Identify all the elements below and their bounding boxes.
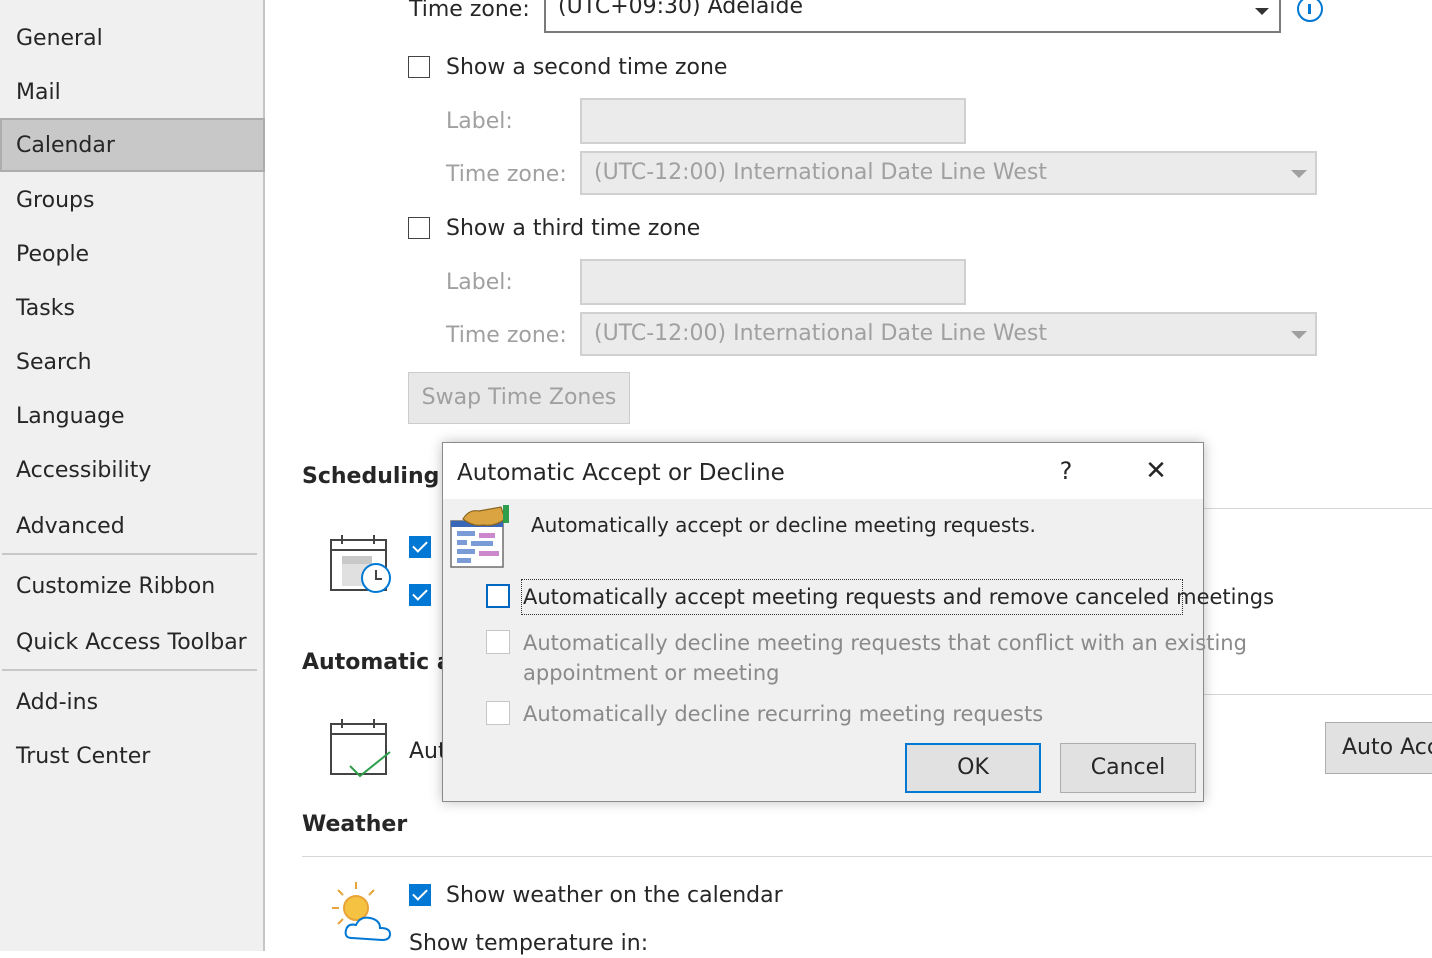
sidebar-item-general[interactable]: General <box>0 12 265 66</box>
decline-conflicts-checkbox[interactable] <box>486 630 510 654</box>
primary-timezone-value: (UTC+09:30) Adelaide <box>558 0 803 19</box>
weather-section-heading: Weather <box>302 812 408 837</box>
calendar-check-icon <box>330 718 392 780</box>
ok-button[interactable]: OK <box>905 743 1041 793</box>
sidebar-item-quick-access-toolbar[interactable]: Quick Access Toolbar <box>0 616 265 670</box>
third-timezone-value: (UTC-12:00) International Date Line West <box>594 321 1048 346</box>
sidebar-divider <box>2 669 257 671</box>
second-label-input[interactable] <box>580 98 966 144</box>
close-button[interactable]: ✕ <box>1141 455 1171 487</box>
scheduling-section-heading: Scheduling a <box>302 464 462 489</box>
sidebar-item-calendar[interactable]: Calendar <box>0 118 265 172</box>
show-weather-label: Show weather on the calendar <box>446 883 783 908</box>
sidebar-item-people[interactable]: People <box>0 228 265 282</box>
third-timezone-label: Show a third time zone <box>446 216 701 241</box>
auto-accept-description: Aut <box>409 739 447 764</box>
calendar-clock-icon <box>330 534 392 596</box>
primary-timezone-caption: Time zone: <box>409 0 530 22</box>
sidebar-item-tasks[interactable]: Tasks <box>0 282 265 336</box>
auto-accept-decline-button[interactable]: Auto Acc <box>1325 722 1432 774</box>
decline-recurring-label: Automatically decline recurring meeting … <box>523 702 1044 726</box>
sidebar-item-language[interactable]: Language <box>0 390 265 444</box>
second-label-caption: Label: <box>446 109 513 134</box>
sidebar-item-add-ins[interactable]: Add-ins <box>0 676 265 730</box>
third-timezone-caption: Time zone: <box>446 323 567 348</box>
third-timezone-checkbox[interactable] <box>408 217 430 239</box>
chevron-down-icon <box>1291 170 1307 178</box>
decline-conflicts-label-line2: appointment or meeting <box>523 661 780 685</box>
scheduling-option-2-checkbox[interactable] <box>409 584 431 606</box>
section-divider <box>1204 508 1432 509</box>
chevron-down-icon <box>1255 8 1269 15</box>
sidebar-item-search[interactable]: Search <box>0 336 265 390</box>
second-timezone-select[interactable]: (UTC-12:00) International Date Line West <box>580 151 1317 195</box>
options-sidebar: General Mail Calendar Groups People Task… <box>0 0 265 951</box>
third-label-caption: Label: <box>446 270 513 295</box>
sidebar-item-accessibility[interactable]: Accessibility <box>0 444 265 498</box>
section-divider <box>302 856 1432 857</box>
second-timezone-label: Show a second time zone <box>446 55 728 80</box>
help-button[interactable]: ? <box>1057 455 1075 487</box>
cancel-button[interactable]: Cancel <box>1060 743 1196 793</box>
second-timezone-caption: Time zone: <box>446 162 567 187</box>
sidebar-item-mail[interactable]: Mail <box>0 66 265 120</box>
primary-timezone-select[interactable]: (UTC+09:30) Adelaide <box>544 0 1281 33</box>
dialog-titlebar: Automatic Accept or Decline ? ✕ <box>443 443 1203 499</box>
info-icon[interactable] <box>1297 0 1323 24</box>
chevron-down-icon <box>1291 331 1307 339</box>
dialog-title: Automatic Accept or Decline <box>457 460 785 486</box>
sidebar-item-advanced[interactable]: Advanced <box>0 500 265 554</box>
temperature-unit-label: Show temperature in: <box>409 931 649 956</box>
third-timezone-select[interactable]: (UTC-12:00) International Date Line West <box>580 312 1317 356</box>
sidebar-item-customize-ribbon[interactable]: Customize Ribbon <box>0 560 265 614</box>
automatic-section-heading: Automatic a <box>302 650 452 675</box>
sidebar-item-trust-center[interactable]: Trust Center <box>0 730 265 784</box>
sidebar-item-groups[interactable]: Groups <box>0 174 265 228</box>
third-label-input[interactable] <box>580 259 966 305</box>
second-timezone-checkbox[interactable] <box>408 56 430 78</box>
swap-time-zones-button[interactable]: Swap Time Zones <box>408 372 630 424</box>
auto-accept-checkbox[interactable] <box>486 584 510 608</box>
dialog-description: Automatically accept or decline meeting … <box>531 513 1036 537</box>
weather-sun-cloud-icon <box>330 880 394 944</box>
show-weather-checkbox[interactable] <box>409 884 431 906</box>
auto-accept-label[interactable]: Automatically accept meeting requests an… <box>523 583 1274 611</box>
decline-recurring-checkbox[interactable] <box>486 701 510 725</box>
sidebar-divider <box>2 553 257 555</box>
section-divider <box>1204 694 1432 695</box>
automatic-accept-decline-dialog: Automatic Accept or Decline ? ✕ Automati… <box>442 442 1274 802</box>
second-timezone-value: (UTC-12:00) International Date Line West <box>594 160 1048 185</box>
scheduling-option-1-checkbox[interactable] <box>409 536 431 558</box>
calendar-hand-icon <box>449 505 511 571</box>
decline-conflicts-label-line1: Automatically decline meeting requests t… <box>523 631 1247 655</box>
